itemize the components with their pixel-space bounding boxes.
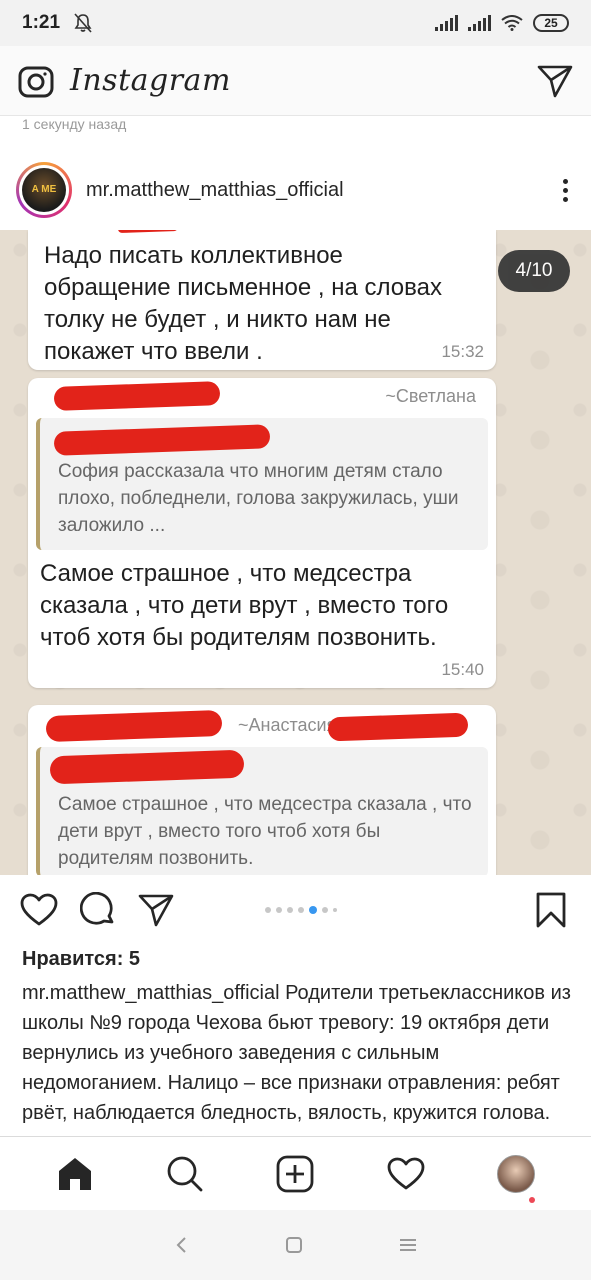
redaction-mark <box>49 749 245 785</box>
redaction-mark <box>327 712 469 742</box>
carousel-dot <box>287 907 293 913</box>
status-time: 1:21 <box>22 12 61 33</box>
redaction-mark <box>53 424 271 456</box>
bookmark-icon[interactable] <box>535 892 567 928</box>
post-username[interactable]: mr.matthew_matthias_official <box>86 179 344 202</box>
quoted-text: София рассказала что многим детям стало … <box>58 461 459 536</box>
chat-sender: ~Анастасия <box>238 715 337 735</box>
add-post-icon[interactable] <box>276 1155 314 1193</box>
post-image[interactable]: Надо писать коллективное обращение письм… <box>0 230 591 875</box>
wifi-icon <box>501 15 523 31</box>
story-ring[interactable]: A ME <box>16 162 72 218</box>
time-ago-label: 1 секунду назад <box>22 116 127 132</box>
redaction-mark <box>53 381 221 411</box>
more-vertical-icon[interactable] <box>555 178 575 202</box>
likes-count[interactable]: Нравится: 5 <box>22 948 140 971</box>
post-header: A ME mr.matthew_matthias_official <box>0 150 591 230</box>
profile-avatar[interactable] <box>496 1154 535 1193</box>
quoted-message: София рассказала что многим детям стало … <box>36 418 488 550</box>
home-square-icon[interactable] <box>285 1236 303 1254</box>
app-top-bar: Instagram <box>0 46 591 116</box>
back-icon[interactable] <box>174 1235 190 1255</box>
instagram-logo: Instagram <box>70 63 231 98</box>
chat-message-text: Самое страшное , что медсестра сказала ,… <box>40 560 449 651</box>
carousel-dot <box>298 907 304 913</box>
bell-muted-icon <box>74 13 92 33</box>
chat-bubble: ~Анастасия Самое страшное , что медсестр… <box>28 705 496 875</box>
quoted-message: Самое страшное , что медсестра сказала ,… <box>36 747 488 875</box>
redaction-mark <box>45 709 223 743</box>
chat-message-time: 15:40 <box>441 660 484 679</box>
notification-dot <box>529 1197 535 1203</box>
chat-message-time: 15:32 <box>441 342 484 361</box>
system-navigation-bar <box>0 1210 591 1280</box>
caption-username[interactable]: mr.matthew_matthias_official <box>22 982 280 1004</box>
status-bar: 1:21 25 <box>0 0 591 46</box>
post-caption: mr.matthew_matthias_official Родители тр… <box>22 978 572 1138</box>
search-icon[interactable] <box>166 1155 204 1193</box>
chat-message-text: Надо писать коллективное обращение письм… <box>44 242 442 365</box>
chat-sender: ~Светлана <box>385 386 476 406</box>
activity-heart-icon[interactable] <box>387 1157 425 1191</box>
carousel-dot-active <box>309 906 317 914</box>
carousel-dot <box>322 907 328 913</box>
carousel-counter: 4/10 <box>498 250 570 292</box>
camera-icon[interactable] <box>18 64 54 98</box>
home-icon[interactable] <box>56 1155 94 1193</box>
signal-icon <box>435 15 458 31</box>
avatar[interactable]: A ME <box>22 168 66 212</box>
carousel-dot <box>276 907 282 913</box>
signal-icon <box>468 15 491 31</box>
menu-icon[interactable] <box>398 1237 418 1253</box>
battery-icon: 25 <box>533 14 569 32</box>
carousel-dot <box>265 907 271 913</box>
chat-bubble: Надо писать коллективное обращение письм… <box>28 230 496 370</box>
send-icon[interactable] <box>537 64 573 98</box>
heart-icon[interactable] <box>20 893 58 927</box>
share-icon[interactable] <box>138 893 174 927</box>
carousel-dot <box>333 908 337 912</box>
bottom-navigation <box>0 1136 591 1210</box>
comment-icon[interactable] <box>80 892 116 928</box>
carousel-indicator <box>265 906 337 914</box>
quoted-text: Самое страшное , что медсестра сказала ,… <box>58 794 472 869</box>
chat-bubble: ~Светлана София рассказала что многим де… <box>28 378 496 688</box>
